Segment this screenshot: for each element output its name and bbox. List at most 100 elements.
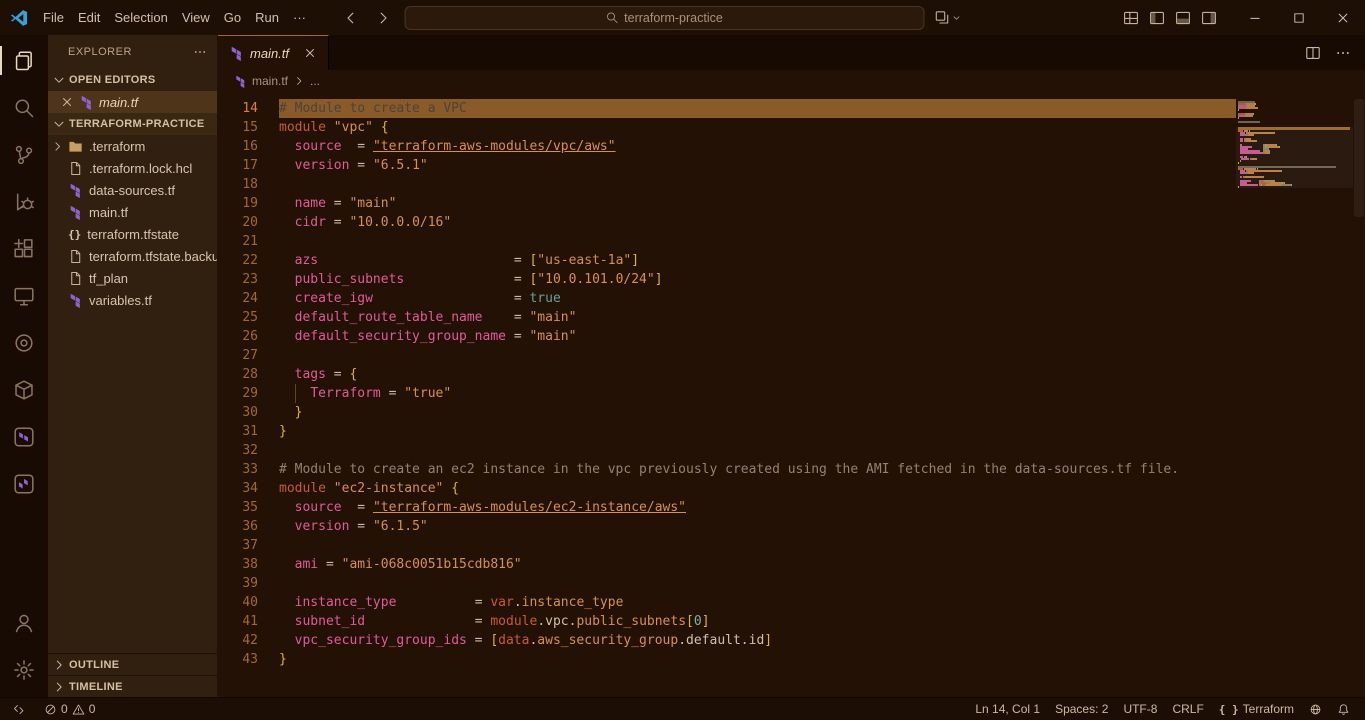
code-line-21[interactable]: 21	[218, 232, 1236, 251]
activity-terraform-cloud-icon[interactable]	[0, 460, 48, 507]
activity-search-icon[interactable]	[0, 84, 48, 131]
file-row[interactable]: main.tf	[48, 201, 217, 223]
problems-indicator[interactable]: 0 0	[39, 702, 100, 716]
code-line-33[interactable]: 33# Module to create an ec2 instance in …	[218, 460, 1236, 479]
code-line-23[interactable]: 23 public_subnets = ["10.0.101.0/24"]	[218, 270, 1236, 289]
code-line-32[interactable]: 32	[218, 441, 1236, 460]
code-line-37[interactable]: 37	[218, 536, 1236, 555]
activity-settings-icon[interactable]	[0, 646, 48, 693]
file-row[interactable]: data-sources.tf	[48, 179, 217, 201]
activity-containers-icon[interactable]	[0, 366, 48, 413]
file-row[interactable]: variables.tf	[48, 289, 217, 311]
file-row[interactable]: .terraform	[48, 135, 217, 157]
split-editor-icon[interactable]	[1305, 45, 1321, 61]
customize-layout-icon[interactable]	[1123, 10, 1139, 26]
code-line-24[interactable]: 24 create_igw = true	[218, 289, 1236, 308]
open-editor-main-tf[interactable]: main.tf	[48, 91, 217, 113]
file-row[interactable]: terraform.tfstate.backup	[48, 245, 217, 267]
language-mode[interactable]: { } Terraform	[1214, 702, 1299, 716]
editor-layout-button[interactable]	[934, 10, 961, 26]
code-line-27[interactable]: 27	[218, 346, 1236, 365]
menu-run[interactable]: Run	[248, 7, 286, 28]
file-row[interactable]: tf_plan	[48, 267, 217, 289]
eol-sequence[interactable]: CRLF	[1167, 702, 1208, 716]
code-line-31[interactable]: 31}	[218, 422, 1236, 441]
code-line-36[interactable]: 36 version = "6.1.5"	[218, 517, 1236, 536]
command-center-search[interactable]: terraform-practice	[404, 6, 924, 30]
activity-source-control-icon[interactable]	[0, 131, 48, 178]
tab-main-tf[interactable]: main.tf	[218, 35, 329, 70]
encoding[interactable]: UTF-8	[1118, 702, 1162, 716]
back-icon[interactable]	[343, 10, 359, 26]
code-line-39[interactable]: 39	[218, 574, 1236, 593]
menu-view[interactable]: View	[175, 7, 217, 28]
close-icon[interactable]	[60, 95, 74, 109]
code-line-35[interactable]: 35 source = "terraform-aws-modules/ec2-i…	[218, 498, 1236, 517]
activity-run-debug-icon[interactable]	[0, 178, 48, 225]
activity-terraform-ext-icon[interactable]	[0, 413, 48, 460]
code-line-25[interactable]: 25 default_route_table_name = "main"	[218, 308, 1236, 327]
code-line-34[interactable]: 34module "ec2-instance" {	[218, 479, 1236, 498]
file-row[interactable]: .terraform.lock.hcl	[48, 157, 217, 179]
terraform-icon	[68, 183, 83, 198]
folder-icon	[68, 139, 83, 154]
breadcrumb[interactable]: main.tf ...	[218, 70, 1365, 92]
activity-extensions-icon[interactable]	[0, 225, 48, 272]
code-line-42[interactable]: 42 vpc_security_group_ids = [data.aws_se…	[218, 631, 1236, 650]
activity-circle-ext-icon[interactable]	[0, 319, 48, 366]
code-line-16[interactable]: 16 source = "terraform-aws-modules/vpc/a…	[218, 137, 1236, 156]
indentation[interactable]: Spaces: 2	[1050, 702, 1113, 716]
code-line-20[interactable]: 20 cidr = "10.0.0.0/16"	[218, 213, 1236, 232]
scrollbar[interactable]	[1353, 99, 1365, 697]
section-workspace[interactable]: TERRAFORM-PRACTICE	[48, 113, 217, 135]
menu-file[interactable]: File	[36, 7, 71, 28]
code-line-43[interactable]: 43}	[218, 650, 1236, 669]
section-open-editors[interactable]: OPEN EDITORS	[48, 69, 217, 91]
toggle-secondary-sidebar-icon[interactable]	[1201, 10, 1217, 26]
breadcrumb-file[interactable]: main.tf	[252, 74, 288, 88]
section-outline[interactable]: OUTLINE	[48, 653, 217, 675]
breadcrumb-more[interactable]: ...	[310, 74, 320, 88]
section-timeline[interactable]: TIMELINE	[48, 675, 217, 697]
toggle-primary-sidebar-icon[interactable]	[1149, 10, 1165, 26]
code-line-17[interactable]: 17 version = "6.5.1"	[218, 156, 1236, 175]
code-line-40[interactable]: 40 instance_type = var.instance_type	[218, 593, 1236, 612]
menu-go[interactable]: Go	[217, 7, 248, 28]
code-line-22[interactable]: 22 azs = ["us-east-1a"]	[218, 251, 1236, 270]
code-line-19[interactable]: 19 name = "main"	[218, 194, 1236, 213]
maximize-button[interactable]	[1277, 0, 1321, 35]
minimap[interactable]	[1236, 99, 1353, 697]
activity-explorer-icon[interactable]	[0, 37, 48, 84]
forward-icon[interactable]	[375, 10, 391, 26]
close-icon[interactable]	[303, 46, 317, 60]
notifications-bell[interactable]	[1332, 703, 1355, 716]
code-line-14[interactable]: 14# Module to create a VPC	[218, 99, 1236, 118]
remote-indicator[interactable]	[8, 703, 31, 716]
menu-more[interactable]: ···	[286, 7, 313, 28]
more-actions-icon[interactable]	[1335, 45, 1351, 61]
live-share-indicator[interactable]	[1304, 703, 1327, 716]
file-icon	[68, 161, 83, 176]
toggle-panel-icon[interactable]	[1175, 10, 1191, 26]
code-line-38[interactable]: 38 ami = "ami-068c0051b15cdb816"	[218, 555, 1236, 574]
code-line-28[interactable]: 28 tags = {	[218, 365, 1236, 384]
activity-accounts-icon[interactable]	[0, 599, 48, 646]
explorer-more-icon[interactable]	[193, 45, 207, 59]
code-line-29[interactable]: 29 Terraform = "true"	[218, 384, 1236, 403]
code-line-41[interactable]: 41 subnet_id = module.vpc.public_subnets…	[218, 612, 1236, 631]
line-text: version = "6.1.5"	[279, 517, 1236, 536]
code-line-18[interactable]: 18	[218, 175, 1236, 194]
code-line-15[interactable]: 15module "vpc" {	[218, 118, 1236, 137]
code-line-30[interactable]: 30 }	[218, 403, 1236, 422]
cursor-position[interactable]: Ln 14, Col 1	[970, 702, 1045, 716]
menu-selection[interactable]: Selection	[107, 7, 174, 28]
minimize-button[interactable]	[1233, 0, 1277, 35]
menu-edit[interactable]: Edit	[71, 7, 107, 28]
activity-remote-explorer-icon[interactable]	[0, 272, 48, 319]
scrollbar-slider[interactable]	[1354, 99, 1364, 217]
code-line-26[interactable]: 26 default_security_group_name = "main"	[218, 327, 1236, 346]
close-window-button[interactable]	[1321, 0, 1365, 35]
file-row[interactable]: {}terraform.tfstate	[48, 223, 217, 245]
file-list: .terraform.terraform.lock.hcldata-source…	[48, 135, 217, 311]
code-editor[interactable]: 14# Module to create a VPC15module "vpc"…	[218, 92, 1365, 697]
